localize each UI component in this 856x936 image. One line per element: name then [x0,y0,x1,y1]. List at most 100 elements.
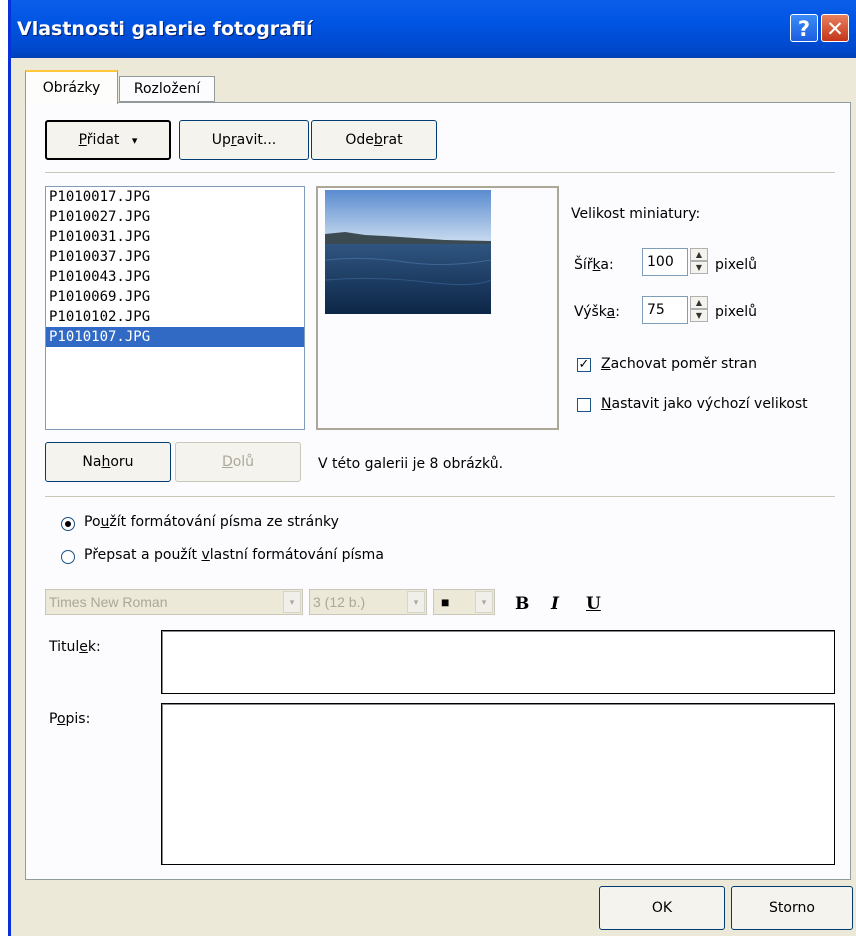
underline-button[interactable]: U [586,594,601,614]
font-family-select[interactable]: Times New Roman ▾ [45,589,303,615]
move-down-button[interactable]: Dolů [175,442,301,482]
edit-label-post: avit... [236,132,277,148]
preview-image [325,190,491,314]
picture-count-text: V této galerii je 8 obrázků. [318,456,504,472]
close-button[interactable]: ✕ [821,14,849,42]
chevron-down-icon[interactable]: ▾ [283,591,301,613]
font-size-value: 3 (12 b.) [313,594,366,610]
list-item[interactable]: P1010037.JPG [46,247,304,267]
spin-up-icon[interactable]: ▲ [690,248,708,261]
spin-down-icon[interactable]: ▼ [690,261,708,274]
title-bar[interactable]: Vlastnosti galerie fotografií ? ✕ [11,0,856,58]
custom-font-label[interactable]: Přepsat a použít vlastní formátování pís… [84,547,384,563]
tab-pictures[interactable]: Obrázky [25,70,118,104]
description-label-post: pis: [65,711,91,727]
width-label-pre: Šíř [574,257,593,273]
caption-label: Titulek: [49,639,101,655]
edit-button[interactable]: Upravit... [179,120,309,160]
width-label: Šířka: [574,257,614,273]
use-page-font-label[interactable]: Použít formátování písma ze stránky [84,514,339,530]
move-down-accel: D [221,454,233,470]
picture-list[interactable]: P1010017.JPG P1010027.JPG P1010031.JPG P… [45,186,305,430]
help-button[interactable]: ? [790,14,818,42]
radio-dot-icon [65,521,71,527]
remove-button[interactable]: Odebrat [311,120,437,160]
edit-label-pre: Up [211,132,231,148]
remove-label-post: rat [382,132,403,148]
separator [45,172,835,174]
description-label: Popis: [49,711,90,727]
keep-ratio-accel: Z [601,356,611,372]
add-label-post: řidat [86,132,120,148]
font-family-value: Times New Roman [49,594,168,610]
set-default-accel: N [601,396,612,412]
remove-label-accel: b [373,132,383,148]
list-item-selected[interactable]: P1010107.JPG [46,327,304,347]
add-label-accel: P [78,132,87,148]
set-default-text: astavit jako výchozí velikost [611,396,808,412]
list-item[interactable]: P1010102.JPG [46,307,304,327]
caption-label-accel: e [79,639,88,655]
gallery-properties-dialog: Vlastnosti galerie fotografií ? ✕ Rozlož… [8,0,856,936]
height-input[interactable]: 75 [642,296,688,324]
list-item[interactable]: P1010043.JPG [46,267,304,287]
spin-up-icon[interactable]: ▲ [690,296,708,309]
tab-layout[interactable]: Rozložení [119,76,215,102]
italic-button[interactable]: I [551,594,559,614]
help-icon: ? [797,17,811,41]
keep-ratio-checkbox[interactable]: ✓ [577,358,591,372]
custom-font-radio[interactable] [61,550,75,564]
list-item[interactable]: P1010017.JPG [46,187,304,207]
height-label-pre: Výšk [574,304,607,320]
height-label-post: : [615,304,620,320]
chevron-down-icon[interactable]: ▾ [475,591,493,613]
move-up-pre: Na [82,454,102,470]
custom-font-accel: v [201,547,210,563]
use-page-font-radio[interactable] [61,517,75,531]
height-unit: pixelů [715,304,758,320]
caption-input[interactable] [161,630,835,694]
caption-label-pre: Titul [49,639,80,655]
thumbnail-size-heading: Velikost miniatury: [571,206,701,222]
font-color-select[interactable]: ■ ▾ [433,589,495,615]
tab-layout-label: Rozložení [133,81,201,97]
spin-down-icon[interactable]: ▼ [690,309,708,322]
keep-ratio-label[interactable]: Zachovat poměr stran [601,356,757,372]
dropdown-arrow-icon: ▾ [131,134,138,147]
close-icon: ✕ [826,17,844,41]
height-label: Výška: [574,304,620,320]
keep-ratio-text: achovat poměr stran [610,356,758,372]
font-size-select[interactable]: 3 (12 b.) ▾ [309,589,427,615]
chevron-down-icon[interactable]: ▾ [407,591,425,613]
list-item[interactable]: P1010031.JPG [46,227,304,247]
description-label-pre: P [49,711,57,727]
move-down-post: olů [232,454,255,470]
use-page-font-pre: Po [84,514,101,530]
width-input[interactable]: 100 [642,248,688,276]
description-input[interactable] [161,703,835,865]
custom-font-pre: Přepsat a použít [84,547,202,563]
height-spinner[interactable]: ▲ ▼ [690,296,708,324]
use-page-font-post: žít formátování písma ze stránky [109,514,339,530]
width-unit: pixelů [715,257,758,273]
ok-button[interactable]: OK [599,886,725,930]
move-up-post: oru [110,454,134,470]
add-button[interactable]: Přidat ▾ [45,120,171,160]
width-spinner[interactable]: ▲ ▼ [690,248,708,276]
color-swatch-icon: ■ [441,594,450,610]
width-label-post: a: [600,257,614,273]
set-default-label[interactable]: Nastavit jako výchozí velikost [601,396,808,412]
remove-label-pre: Ode [345,132,374,148]
caption-label-post: k: [87,639,101,655]
bold-button[interactable]: B [515,594,529,614]
custom-font-post: lastní formátování písma [209,547,384,563]
tab-pictures-label: Obrázky [42,80,101,96]
description-label-accel: o [56,711,66,727]
cancel-button[interactable]: Storno [731,886,853,930]
list-item[interactable]: P1010027.JPG [46,207,304,227]
window-title: Vlastnosti galerie fotografií [17,18,313,40]
height-label-accel: a [606,304,616,320]
move-up-button[interactable]: Nahoru [45,442,171,482]
list-item[interactable]: P1010069.JPG [46,287,304,307]
set-default-checkbox[interactable] [577,398,591,412]
